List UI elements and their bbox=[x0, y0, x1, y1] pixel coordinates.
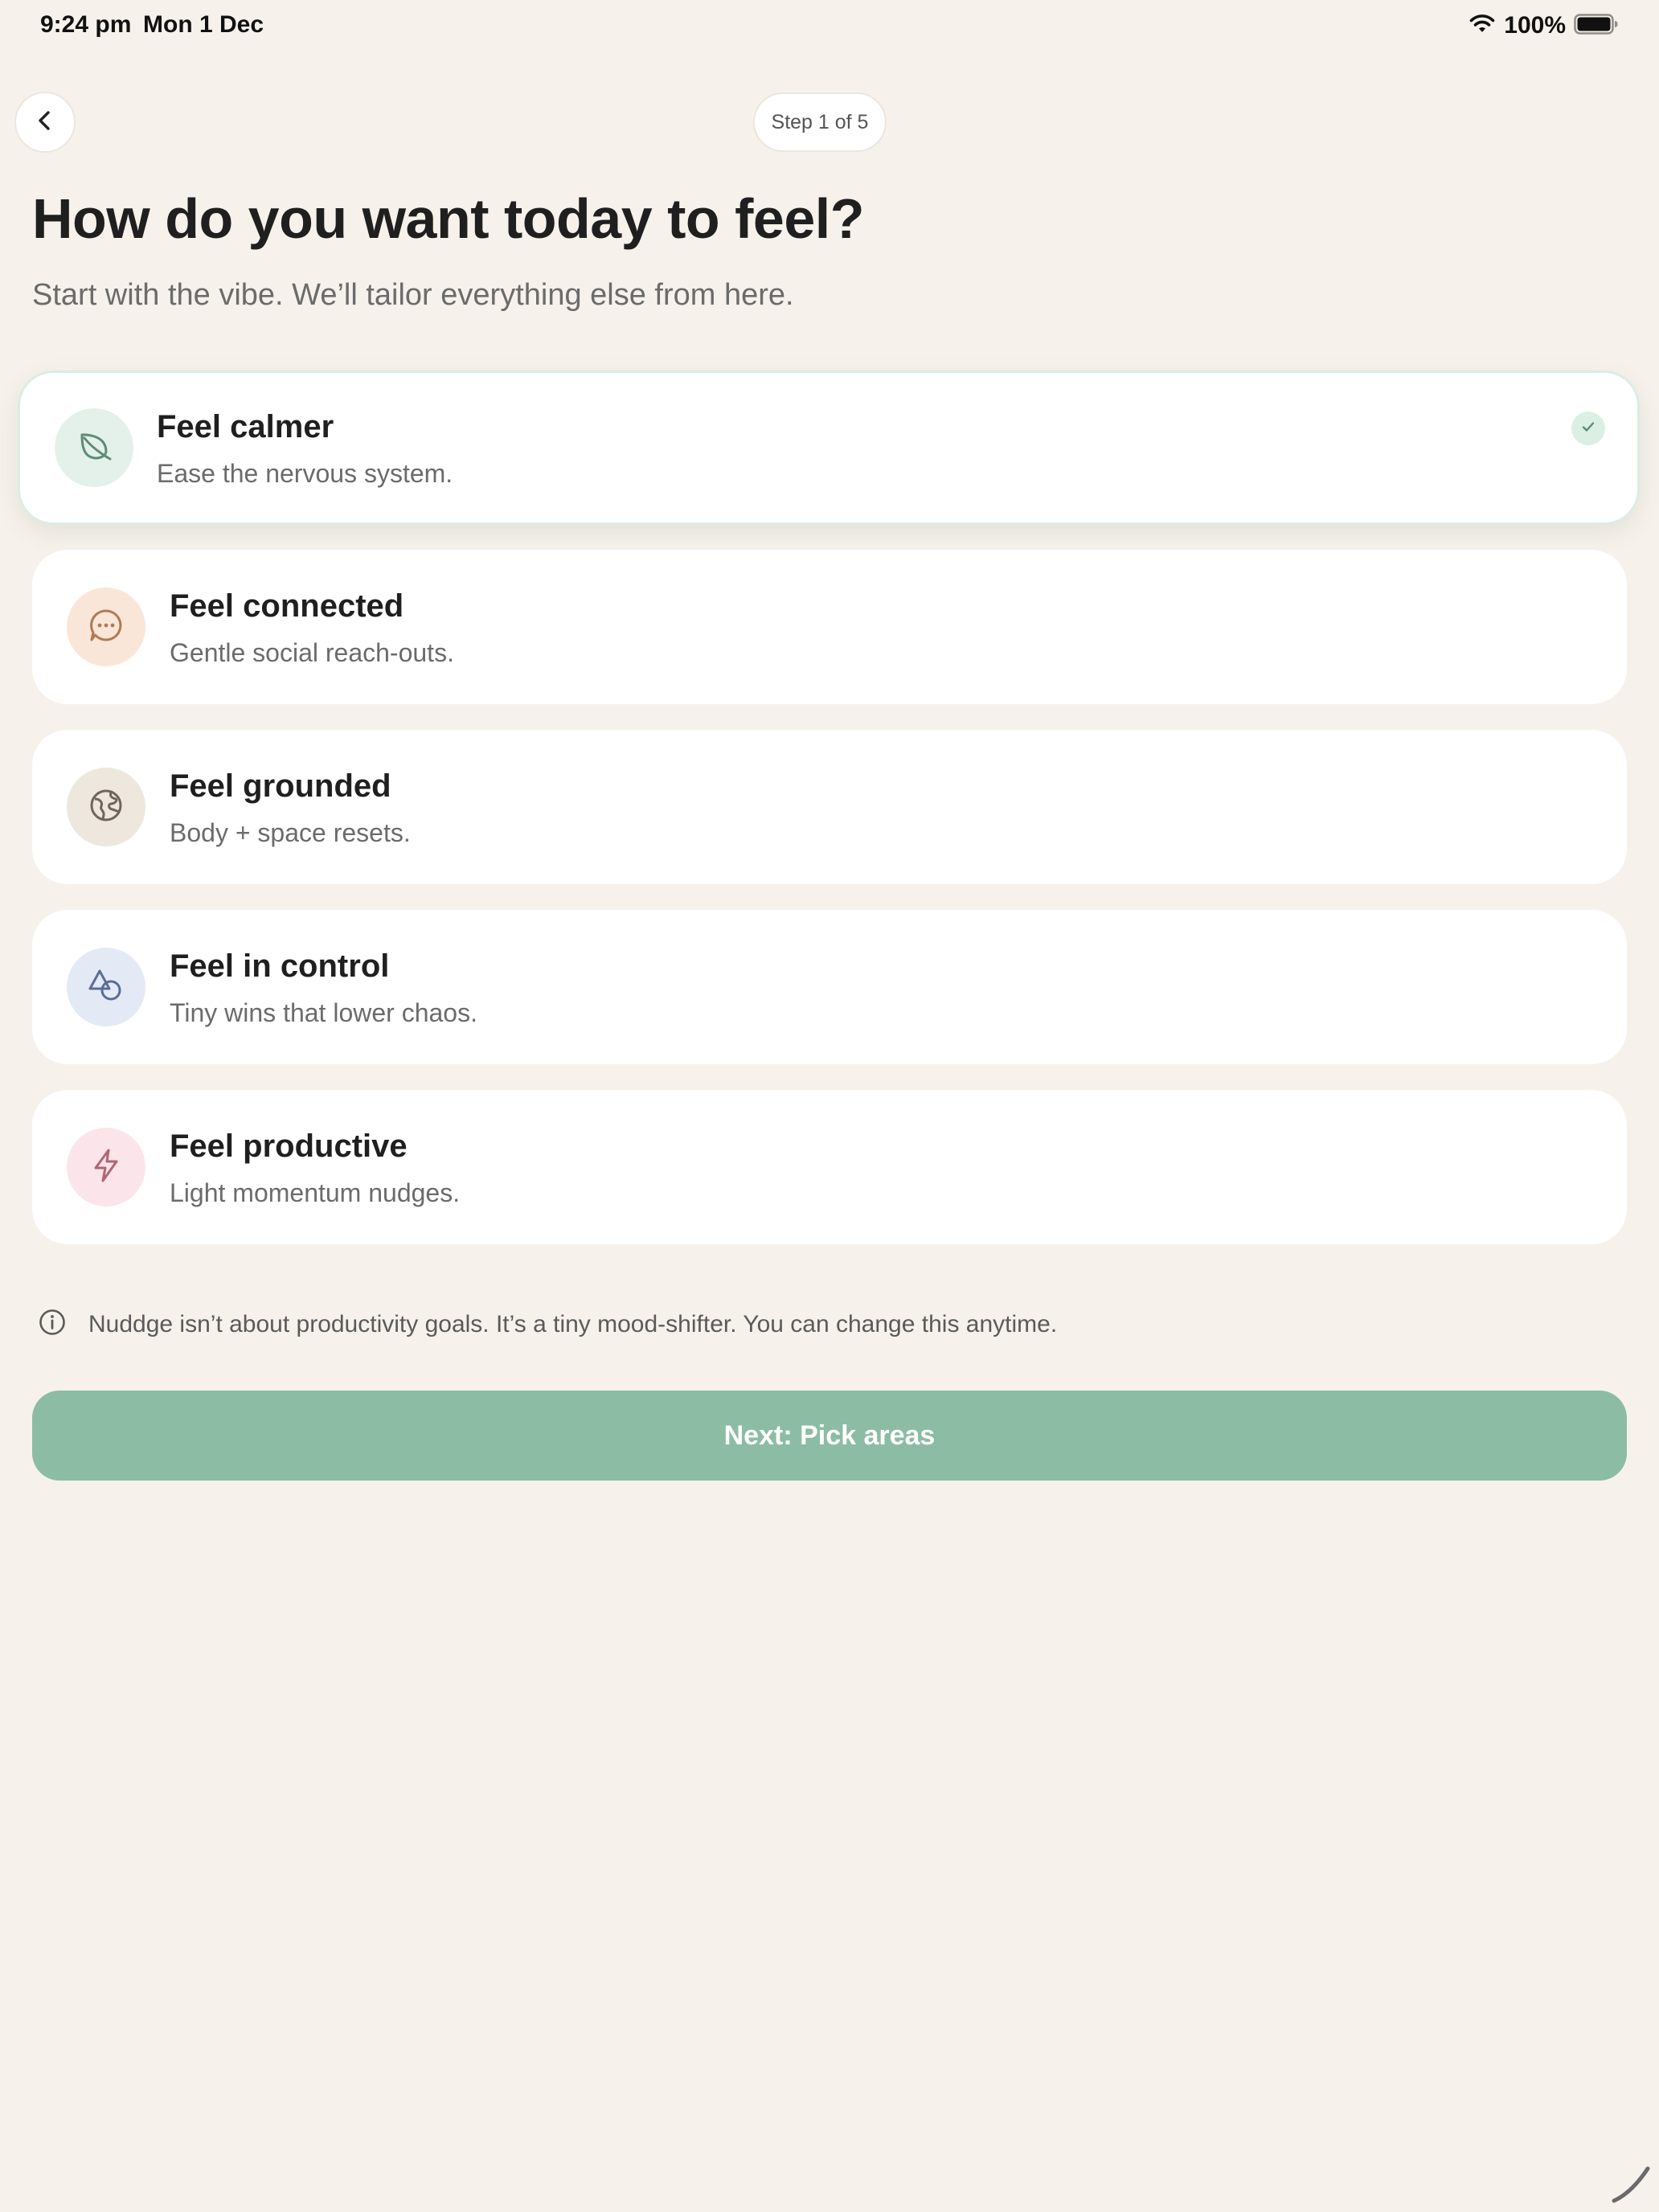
option-card-grounded[interactable]: Feel grounded Body + space resets. bbox=[32, 730, 1627, 884]
option-icon-container bbox=[67, 588, 145, 666]
info-note: Nuddge isn’t about productivity goals. I… bbox=[39, 1309, 1057, 1340]
option-icon-container bbox=[67, 768, 145, 846]
info-text: Nuddge isn’t about productivity goals. I… bbox=[88, 1310, 1058, 1337]
battery-icon bbox=[1574, 13, 1619, 39]
checkmark-icon bbox=[1579, 418, 1597, 440]
battery-percentage: 100% bbox=[1504, 12, 1566, 39]
chevron-left-icon bbox=[33, 109, 57, 137]
option-card-calmer[interactable]: Feel calmer Ease the nervous system. bbox=[18, 371, 1640, 525]
option-title: Feel calmer bbox=[157, 409, 334, 444]
status-indicators: 100% bbox=[1469, 11, 1619, 40]
option-title: Feel in control bbox=[170, 948, 390, 984]
option-card-in-control[interactable]: Feel in control Tiny wins that lower cha… bbox=[32, 910, 1627, 1064]
leaf-icon bbox=[75, 427, 113, 469]
option-title: Feel connected bbox=[170, 588, 404, 624]
option-card-connected[interactable]: Feel connected Gentle social reach-outs. bbox=[32, 550, 1627, 704]
shapes-icon bbox=[87, 966, 125, 1009]
back-button[interactable] bbox=[14, 92, 76, 153]
option-description: Body + space resets. bbox=[170, 818, 411, 847]
status-date: Mon 1 Dec bbox=[143, 11, 264, 38]
option-icon-container bbox=[67, 948, 145, 1026]
option-icon-container bbox=[55, 408, 133, 487]
option-description: Ease the nervous system. bbox=[157, 459, 453, 488]
wifi-icon bbox=[1469, 13, 1496, 39]
option-description: Tiny wins that lower chaos. bbox=[170, 998, 477, 1027]
option-description: Light momentum nudges. bbox=[170, 1178, 461, 1207]
scroll-indicator bbox=[1608, 2161, 1653, 2210]
selected-check-badge bbox=[1571, 412, 1605, 445]
option-title: Feel productive bbox=[170, 1129, 408, 1164]
info-icon bbox=[39, 1309, 66, 1340]
status-bar: 9:24 pm Mon 1 Dec 100% bbox=[0, 0, 1659, 51]
option-card-productive[interactable]: Feel productive Light momentum nudges. bbox=[32, 1090, 1627, 1244]
step-indicator: Step 1 of 5 bbox=[753, 92, 887, 152]
status-time: 9:24 pm bbox=[40, 11, 132, 38]
lightning-icon bbox=[87, 1146, 125, 1189]
option-description: Gentle social reach-outs. bbox=[170, 638, 454, 667]
next-button[interactable]: Next: Pick areas bbox=[32, 1391, 1627, 1481]
option-icon-container bbox=[67, 1128, 145, 1206]
page-title: How do you want today to feel? bbox=[32, 187, 865, 250]
option-title: Feel grounded bbox=[170, 768, 391, 804]
chat-bubble-icon bbox=[87, 606, 125, 649]
page-subtitle: Start with the vibe. We’ll tailor everyt… bbox=[32, 278, 794, 312]
globe-icon bbox=[87, 786, 125, 829]
